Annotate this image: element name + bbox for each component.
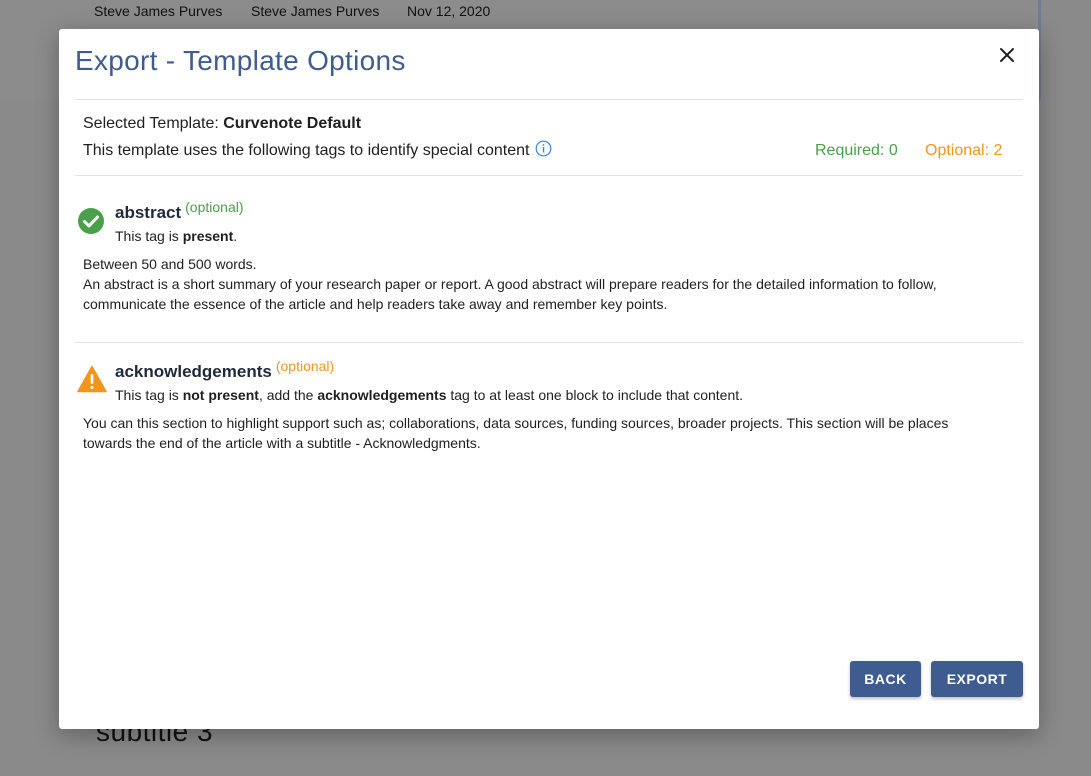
tag-optional-label: (optional) bbox=[275, 358, 335, 374]
tag-status: This tag is present. bbox=[115, 228, 237, 244]
back-button[interactable]: BACK bbox=[850, 661, 921, 697]
tag-status-suffix: . bbox=[233, 228, 238, 244]
optional-count: Optional: 2 bbox=[925, 142, 1003, 159]
tags-description-text: This template uses the following tags to… bbox=[83, 142, 530, 159]
close-icon bbox=[1000, 48, 1014, 62]
selected-template-label: Selected Template: bbox=[83, 115, 224, 132]
required-count: Required: 0 bbox=[815, 142, 898, 159]
selected-template: Selected Template: Curvenote Default bbox=[83, 115, 361, 133]
close-button[interactable] bbox=[995, 43, 1019, 67]
background-cell-owner: Steve James Purves bbox=[251, 3, 380, 19]
background-cell-author: Steve James Purves bbox=[94, 3, 223, 19]
dialog-title: Export - Template Options bbox=[75, 45, 406, 76]
tag-description-line2: An abstract is a short summary of your r… bbox=[83, 276, 937, 312]
tag-status-value: not present bbox=[182, 387, 259, 403]
tag-description: Between 50 and 500 words. An abstract is… bbox=[83, 254, 983, 314]
tag-name: abstract (optional) bbox=[115, 199, 244, 223]
tag-name-text: abstract bbox=[115, 203, 182, 222]
summary-divider bbox=[75, 175, 1023, 176]
tag-name-text: acknowledgements bbox=[115, 362, 272, 381]
tag-divider bbox=[75, 342, 1023, 343]
tag-status-value: present bbox=[182, 228, 234, 244]
background-cell-date: Nov 12, 2020 bbox=[407, 3, 491, 19]
tags-description: This template uses the following tags to… bbox=[83, 140, 552, 160]
warning-icon bbox=[77, 365, 107, 398]
tag-status-prefix: This tag is bbox=[115, 387, 183, 403]
tag-name: acknowledgements (optional) bbox=[115, 358, 334, 382]
export-button[interactable]: EXPORT bbox=[931, 661, 1023, 697]
export-template-dialog: Export - Template Options Selected Templ… bbox=[59, 29, 1039, 729]
tag-optional-label: (optional) bbox=[185, 199, 244, 215]
info-icon[interactable] bbox=[535, 140, 552, 157]
tag-status-tagname: acknowledgements bbox=[317, 387, 447, 403]
header-divider bbox=[75, 99, 1023, 100]
tag-status-middle: , add the bbox=[258, 387, 318, 403]
check-circle-icon bbox=[77, 207, 105, 240]
tag-description: You can this section to highlight suppor… bbox=[83, 415, 949, 451]
tag-status-suffix: tag to at least one block to include tha… bbox=[446, 387, 744, 403]
tag-description-line1: Between 50 and 500 words. bbox=[83, 256, 257, 272]
tag-status: This tag is not present, add the acknowl… bbox=[115, 387, 743, 403]
selected-template-name: Curvenote Default bbox=[223, 115, 362, 132]
tag-status-prefix: This tag is bbox=[115, 228, 183, 244]
